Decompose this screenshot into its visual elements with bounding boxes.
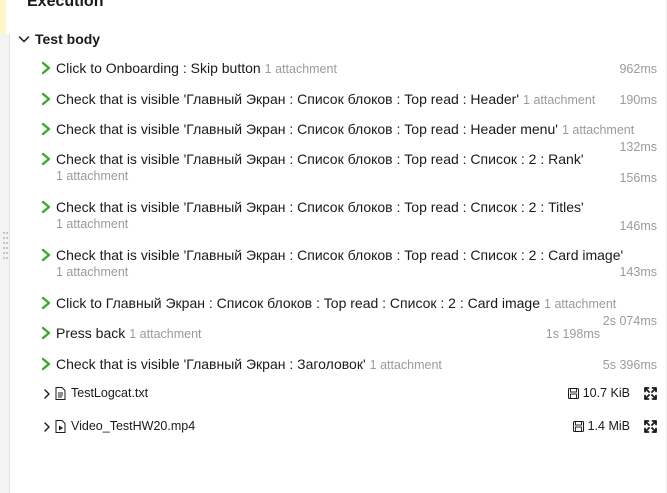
test-body-title: Test body: [35, 31, 101, 47]
attachment-count: 1 attachment: [561, 123, 635, 137]
chevron-right-icon: [41, 248, 51, 262]
step-row[interactable]: Check that is visible 'Главный Экран : С…: [40, 121, 660, 155]
step-title: Check that is visible 'Главный Экран : З…: [56, 356, 366, 372]
attachment-count: 1 attachment: [544, 297, 617, 311]
step-row[interactable]: Check that is visible 'Главный Экран : С…: [40, 91, 660, 108]
step-row[interactable]: Check that is visible 'Главный Экран : С…: [40, 199, 660, 233]
step-duration: 156ms: [619, 171, 657, 185]
attachment-size: 1.4 MiB: [587, 419, 630, 433]
expand-icon[interactable]: [644, 420, 657, 433]
step-title: Click to Onboarding : Skip button: [56, 60, 261, 76]
step-row[interactable]: Check that is visible 'Главный Экран : З…: [40, 356, 660, 373]
step-duration: 146ms: [619, 219, 657, 233]
step-title: Click to Главный Экран : Список блоков :…: [56, 295, 541, 311]
left-panel-gutter: [0, 34, 10, 493]
section-title: Execution: [27, 0, 104, 10]
attachment-count: 1 attachment: [369, 358, 442, 372]
chevron-down-icon: [18, 36, 30, 43]
attachment-row[interactable]: Video_TestHW20.mp4 1.4 MiB: [40, 418, 660, 436]
chevron-right-icon: [41, 122, 51, 136]
chevron-right-icon: [41, 92, 51, 106]
step-title: Check that is visible 'Главный Экран : С…: [56, 91, 520, 107]
resize-handle[interactable]: [3, 230, 9, 262]
step-duration: 190ms: [619, 93, 657, 107]
step-duration: 1s 198ms: [545, 327, 600, 341]
chevron-right-icon[interactable]: [42, 388, 52, 400]
attachment-name[interactable]: Video_TestHW20.mp4: [71, 419, 195, 433]
attachment-size: 10.7 KiB: [582, 386, 630, 400]
save-icon: [572, 420, 584, 432]
expand-icon[interactable]: [644, 387, 657, 400]
chevron-right-icon: [41, 296, 51, 310]
chevron-right-icon[interactable]: [42, 421, 52, 433]
step-title: Check that is visible 'Главный Экран : С…: [56, 199, 584, 215]
attachment-name[interactable]: TestLogcat.txt: [71, 386, 148, 400]
chevron-right-icon: [41, 200, 51, 214]
step-row[interactable]: Press back 1 attachment 1s 198ms: [40, 325, 660, 342]
step-row[interactable]: Click to Onboarding : Skip button 1 attac…: [40, 60, 660, 77]
test-body-toggle[interactable]: Test body: [18, 30, 100, 48]
step-duration: 143ms: [619, 265, 657, 279]
attachment-count: 1 attachment: [264, 62, 337, 76]
attachment-count: 1 attachment: [56, 169, 129, 183]
chevron-right-icon: [41, 357, 51, 371]
step-title: Check that is visible 'Главный Экран : С…: [56, 247, 624, 263]
attachment-row[interactable]: TestLogcat.txt 10.7 KiB: [40, 385, 660, 403]
step-row[interactable]: Check that is visible 'Главный Экран : С…: [40, 247, 660, 281]
step-title: Press back: [56, 325, 126, 341]
video-file-icon: [55, 420, 66, 433]
chevron-right-icon: [41, 326, 51, 340]
step-duration: 962ms: [619, 62, 657, 76]
text-file-icon: [55, 387, 66, 400]
step-duration: 5s 396ms: [602, 358, 657, 372]
chevron-right-icon: [41, 152, 51, 166]
step-title: Check that is visible 'Главный Экран : С…: [56, 151, 584, 167]
step-title: Check that is visible 'Главный Экран : С…: [56, 121, 558, 137]
step-row[interactable]: Click to Главный Экран : Список блоков :…: [40, 295, 660, 329]
attachment-count: 1 attachment: [56, 217, 129, 231]
step-row[interactable]: Check that is visible 'Главный Экран : С…: [40, 151, 660, 185]
chevron-right-icon: [41, 61, 51, 75]
attachment-count: 1 attachment: [129, 327, 202, 341]
save-icon: [567, 387, 579, 399]
attachment-count: 1 attachment: [56, 265, 129, 279]
highlight-accent: [0, 0, 6, 34]
attachment-count: 1 attachment: [523, 93, 596, 107]
